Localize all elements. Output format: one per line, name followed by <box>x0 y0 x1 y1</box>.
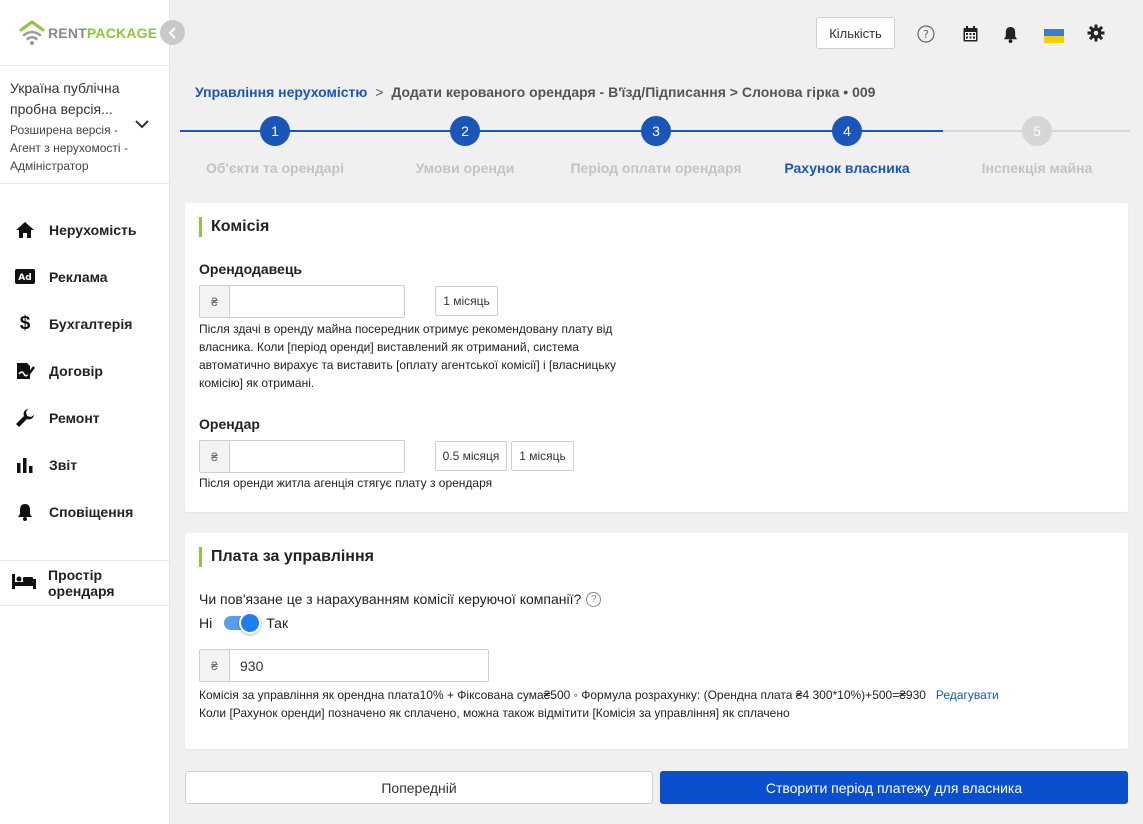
top-bar: Кількість ? <box>170 0 1143 66</box>
management-note: Коли [Рахунок оренди] позначено як сплач… <box>199 706 790 720</box>
calendar-icon[interactable] <box>960 24 980 44</box>
brand-name: RENTPACKAGE <box>48 24 158 41</box>
sidebar-item-label: Звіт <box>49 456 78 473</box>
sidebar-item-notifications[interactable]: Сповіщення <box>0 488 169 535</box>
currency-prefix: ₴ <box>200 286 230 317</box>
chevron-down-icon[interactable] <box>135 116 149 132</box>
sidebar-item-contract[interactable]: Договір <box>0 347 169 394</box>
logo[interactable]: RENTPACKAGE <box>0 0 169 66</box>
contract-icon <box>14 360 36 382</box>
tenant-1-month-chip[interactable]: 1 місяць <box>511 441 574 471</box>
sidebar-item-label: Реклама <box>49 268 108 285</box>
step-tenant-payment-period[interactable]: 3 Період оплати орендаря <box>561 116 751 176</box>
step-label: Об'єкти та орендарі <box>206 160 344 176</box>
create-owner-payment-period-button[interactable]: Створити період платежу для власника <box>660 771 1128 804</box>
bell-icon[interactable] <box>1000 24 1020 44</box>
management-formula-text: Комісія за управління як орендна плата10… <box>199 688 926 702</box>
management-formula: Комісія за управління як орендна плата10… <box>199 686 999 704</box>
ukraine-flag-icon[interactable] <box>1044 26 1064 46</box>
step-number: 3 <box>641 116 671 146</box>
tenant-commission-input[interactable]: ₴ <box>199 440 405 473</box>
sidebar-item-label: Сповіщення <box>49 503 134 520</box>
bell-icon <box>14 501 36 523</box>
tenant-label: Орендар <box>199 416 260 432</box>
toggle-no-label: Ні <box>199 615 213 631</box>
breadcrumb-path: Додати керованого орендаря - В'їзд/Підпи… <box>391 84 876 100</box>
step-number: 2 <box>450 116 480 146</box>
svg-text:?: ? <box>923 28 929 41</box>
svg-text:Ad: Ad <box>18 273 31 283</box>
landlord-label: Орендодавець <box>199 261 303 277</box>
step-owner-account[interactable]: 4 Рахунок власника <box>752 116 942 176</box>
step-number: 5 <box>1022 116 1052 146</box>
currency-prefix: ₴ <box>200 650 230 681</box>
bed-icon <box>12 573 36 594</box>
tenant-half-month-chip[interactable]: 0.5 місяця <box>435 441 507 471</box>
sidebar-nav: Нерухомість Ad Реклама $ Бухгалтерія Дог… <box>0 184 169 535</box>
currency-prefix: ₴ <box>200 441 230 472</box>
edit-formula-link[interactable]: Редагувати <box>936 688 999 702</box>
step-number: 1 <box>260 116 290 146</box>
tenant-space-label: Простір орендаря <box>48 567 115 599</box>
commission-title: Комісія <box>199 217 269 237</box>
dollar-icon: $ <box>19 312 31 334</box>
account-switcher[interactable]: Україна публічна пробна версія... Розшир… <box>0 66 169 184</box>
step-number: 4 <box>832 116 862 146</box>
gear-icon[interactable] <box>1086 23 1106 43</box>
management-fee-value: 930 <box>240 657 264 674</box>
management-toggle-row: Ні Так <box>199 612 289 634</box>
previous-button[interactable]: Попередній <box>185 771 653 804</box>
sidebar: RENTPACKAGE Україна публічна пробна верс… <box>0 0 170 824</box>
step-label: Період оплати орендаря <box>570 160 742 176</box>
toggle-knob <box>239 612 262 634</box>
wrench-icon <box>14 407 36 429</box>
sidebar-item-label: Нерухомість <box>49 221 137 238</box>
sidebar-item-label: Бухгалтерія <box>49 315 133 332</box>
step-objects-tenants[interactable]: 1 Об'єкти та орендарі <box>180 116 370 176</box>
breadcrumb-separator: > <box>375 84 384 100</box>
toggle-yes-label: Так <box>266 615 289 631</box>
sidebar-item-accounting[interactable]: $ Бухгалтерія <box>0 300 169 347</box>
sidebar-item-report[interactable]: Звіт <box>0 441 169 488</box>
breadcrumb: Управління нерухомістю > Додати керовано… <box>195 84 875 100</box>
management-fee-title: Плата за управління <box>199 547 374 567</box>
management-question: Чи пов'язане це з нарахуванням комісії к… <box>199 591 602 607</box>
progress-stepper: 1 Об'єкти та орендарі 2 Умови оренди 3 П… <box>180 116 1130 180</box>
commission-card: Комісія Орендодавець ₴ 1 місяць Після зд… <box>185 203 1128 512</box>
bar-chart-icon <box>14 454 36 476</box>
sidebar-item-property[interactable]: Нерухомість <box>0 206 169 253</box>
landlord-1-month-chip[interactable]: 1 місяць <box>435 286 498 316</box>
breadcrumb-root-link[interactable]: Управління нерухомістю <box>195 84 367 100</box>
step-lease-terms[interactable]: 2 Умови оренди <box>370 116 560 176</box>
account-role: Розширена версія - Агент з нерухомості -… <box>10 123 128 173</box>
management-question-text: Чи пов'язане це з нарахуванням комісії к… <box>199 591 582 607</box>
wifi-home-logo-icon <box>18 20 46 46</box>
step-label: Рахунок власника <box>784 160 910 176</box>
step-property-inspection[interactable]: 5 Інспекція майна <box>942 116 1132 176</box>
step-label: Інспекція майна <box>981 160 1093 176</box>
account-org: Україна публічна пробна версія... <box>10 80 120 117</box>
sidebar-item-label: Ремонт <box>49 409 100 426</box>
management-fee-card: Плата за управління Чи пов'язане це з на… <box>185 533 1128 749</box>
home-icon <box>14 219 36 241</box>
quantity-button[interactable]: Кількість <box>816 17 895 49</box>
management-fee-input[interactable]: ₴ 930 <box>199 649 489 682</box>
sidebar-item-tenant-space[interactable]: Простір орендаря <box>0 560 169 606</box>
landlord-commission-value <box>230 286 240 317</box>
landlord-commission-input[interactable]: ₴ <box>199 285 405 318</box>
sidebar-item-repair[interactable]: Ремонт <box>0 394 169 441</box>
sidebar-item-ads[interactable]: Ad Реклама <box>0 253 169 300</box>
tenant-commission-value <box>230 441 240 472</box>
help-icon[interactable]: ? <box>916 24 936 44</box>
ad-icon: Ad <box>14 266 36 288</box>
sidebar-item-label: Договір <box>49 362 103 379</box>
management-commission-toggle[interactable] <box>224 612 262 634</box>
landlord-help-text: Після здачі в оренду майна посередник от… <box>199 322 616 390</box>
step-label: Умови оренди <box>415 160 515 176</box>
question-help-icon[interactable]: ? <box>586 591 602 607</box>
tenant-help-text: Після оренди житла агенція стягує плату … <box>199 476 493 490</box>
chevron-left-icon[interactable] <box>160 20 185 45</box>
